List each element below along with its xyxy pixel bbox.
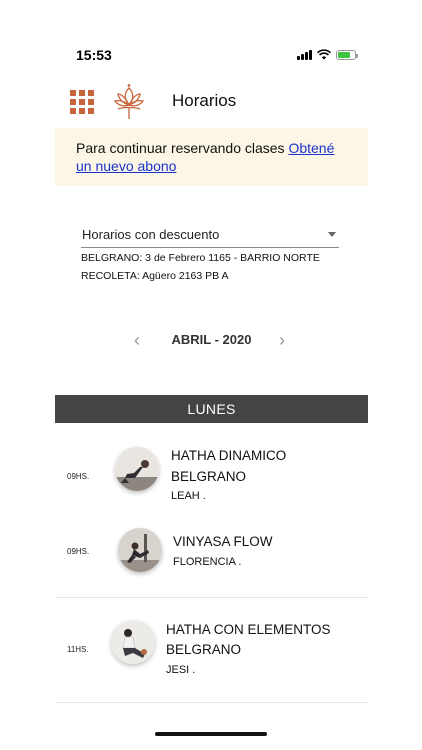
class-time: 11HS. [67,645,89,654]
class-name: VINYASA FLOW [173,534,273,549]
instructor-avatar [111,620,155,664]
location-belgrano: BELGRANO: 3 de Febrero 1165 - BARRIO NOR… [81,252,320,264]
dropdown-arrow-icon [328,232,336,237]
class-location: BELGRANO [166,642,242,657]
instructor-avatar [115,447,159,491]
app-header: Horarios [55,80,368,122]
renew-subscription-banner: Para continuar reservando clases Obtené … [55,128,368,186]
status-icons [297,49,358,60]
cellular-signal-icon [297,49,312,60]
class-row[interactable]: 09HS. VINYASA FLOW FLORENCIA . [55,520,368,590]
next-month-button[interactable]: › [279,331,285,349]
schedule-filter-value: Horarios con descuento [82,227,220,242]
app-screen: 15:53 Horarios Para continuar reservando… [55,0,368,750]
lotus-logo-icon [113,84,145,119]
class-teacher: JESI . [166,664,196,676]
month-navigation: ‹ ABRIL - 2020 › [55,328,368,352]
day-header: LUNES [55,395,368,423]
banner-text: Para continuar reservando clases [76,140,289,156]
wifi-icon [317,49,331,60]
grid-menu-icon[interactable] [70,90,94,114]
location-recoleta: RECOLETA: Agüero 2163 PB A [81,270,229,282]
battery-icon [336,49,358,60]
class-time: 09HS. [67,472,90,481]
class-time: 09HS. [67,547,90,556]
month-label: ABRIL - 2020 [171,332,252,347]
home-indicator[interactable] [155,732,267,736]
class-row[interactable]: 09HS. HATHA DINAMICO BELGRANO LEAH . [55,440,368,510]
row-divider [55,702,368,703]
row-divider [55,597,368,598]
class-name: HATHA CON ELEMENTOS [166,622,331,637]
class-name: HATHA DINAMICO [171,448,287,463]
class-teacher: LEAH . [171,490,206,502]
status-time: 15:53 [76,47,112,63]
schedule-filter-select[interactable]: Horarios con descuento [81,223,339,248]
class-row[interactable]: 11HS. HATHA CON ELEMENTOS BELGRANO JESI … [55,610,368,690]
class-location: BELGRANO [171,469,247,484]
page-title: Horarios [172,91,237,110]
class-teacher: FLORENCIA . [173,556,242,568]
status-bar: 15:53 [55,44,368,66]
instructor-avatar [118,528,162,572]
